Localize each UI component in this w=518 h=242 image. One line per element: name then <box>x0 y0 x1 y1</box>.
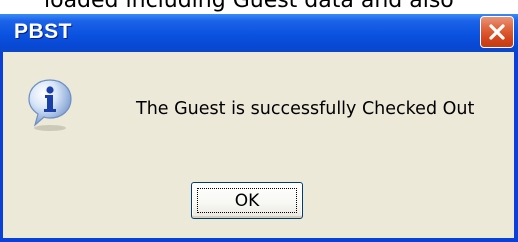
background-text-content: loaded including Guest data and also <box>44 0 454 13</box>
close-button[interactable] <box>480 16 514 48</box>
ok-button-label: OK <box>234 190 260 211</box>
dialog-message: The Guest is successfully Checked Out <box>136 99 475 119</box>
close-icon <box>489 24 505 40</box>
dialog-title: PBST <box>14 20 73 43</box>
background-text: loaded including Guest data and also <box>0 0 518 13</box>
title-bar[interactable]: PBST <box>0 14 518 52</box>
message-dialog: PBST The Guest is successfully Checked O… <box>0 14 518 242</box>
ok-button[interactable]: OK <box>191 182 303 219</box>
information-icon <box>28 79 72 131</box>
dialog-body: The Guest is successfully Checked Out OK <box>3 52 514 238</box>
